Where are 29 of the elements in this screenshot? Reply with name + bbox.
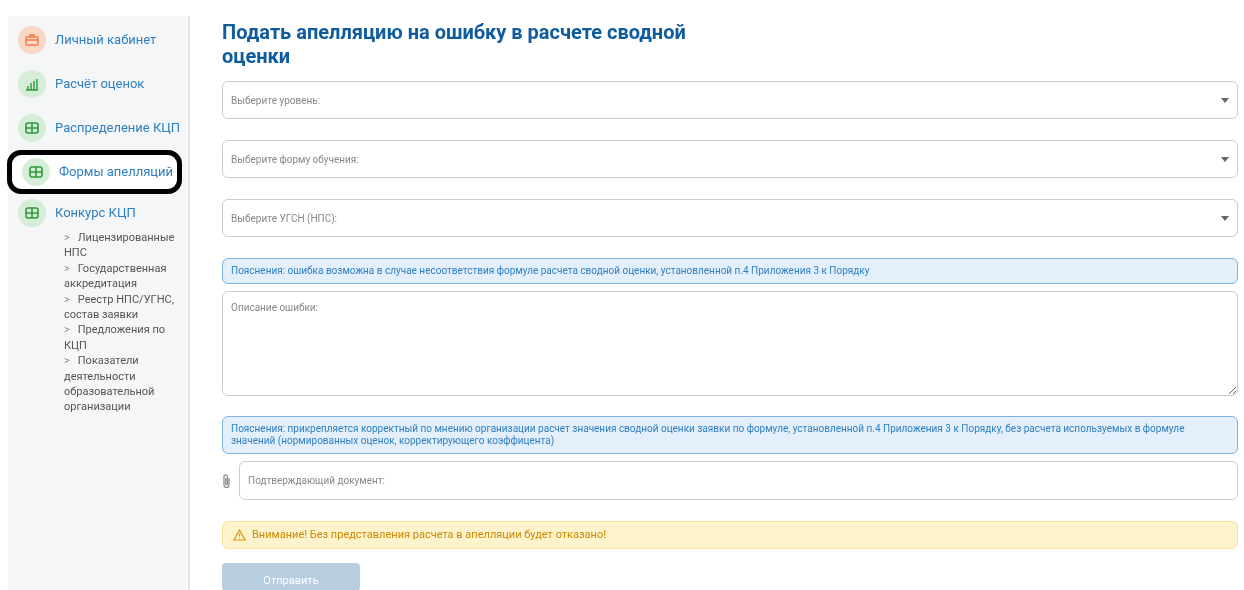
sidebar-item[interactable]: Формы апелляций (7, 150, 182, 194)
dropdown-caret-icon (1221, 97, 1229, 103)
document-field[interactable]: Подтверждающий документ: (239, 461, 1238, 500)
sidebar-item[interactable]: Личный кабинет (8, 18, 188, 62)
bar-chart-icon (18, 70, 46, 98)
select-field[interactable]: Выберите УГСН (НПС): (222, 199, 1238, 237)
dropdown-caret-icon (1221, 156, 1229, 162)
table-icon (22, 158, 50, 186)
submenu-link[interactable]: > Предложения по КЦП (64, 322, 184, 354)
warning-text: Внимание! Без представления расчета в апелляции будет отказано! (252, 526, 607, 543)
paperclip-icon[interactable] (222, 472, 231, 489)
select-field[interactable]: Выберите уровень: (222, 81, 1238, 119)
submenu-link[interactable]: > Государственная аккредитация (64, 260, 184, 292)
sidebar-item[interactable]: Конкурс КЦП (8, 196, 188, 230)
description-textarea[interactable]: Описание ошибки: (222, 291, 1238, 396)
submenu-link[interactable]: > Реестр НПС/УГНС, состав заявки (64, 291, 184, 323)
table-icon (18, 199, 46, 227)
sidebar-item[interactable]: Расчёт оценок (8, 62, 188, 106)
warning-icon (233, 529, 246, 541)
submenu-link[interactable]: > Лицензированные НПС (64, 230, 184, 261)
submenu-link[interactable]: > Показатели деятельности образовательной организации (64, 353, 184, 415)
page-title: Подать апелляцию на ошибку в расчете сводной оценки (222, 20, 687, 68)
briefcase-icon (18, 26, 46, 54)
table-icon (18, 114, 46, 142)
dropdown-caret-icon (1221, 215, 1229, 221)
info-note: Пояснения: прикрепляется корректный по мнению организации расчет значения сводной оценки заявки по формуле, установленной п.4 Приложения 3 к Порядку, без расчета используемых в формуле значений (нормированных оценок, корректирующего коэффицента) (222, 416, 1238, 454)
info-note: Пояснения: ошибка возможна в случае несоответствия формуле расчета сводной оценки, установленной п.4 Приложения 3 к Порядку (222, 258, 1238, 284)
select-field[interactable]: Выберите форму обучения: (222, 140, 1238, 178)
sidebar-item[interactable]: Распределение КЦП (8, 106, 188, 150)
